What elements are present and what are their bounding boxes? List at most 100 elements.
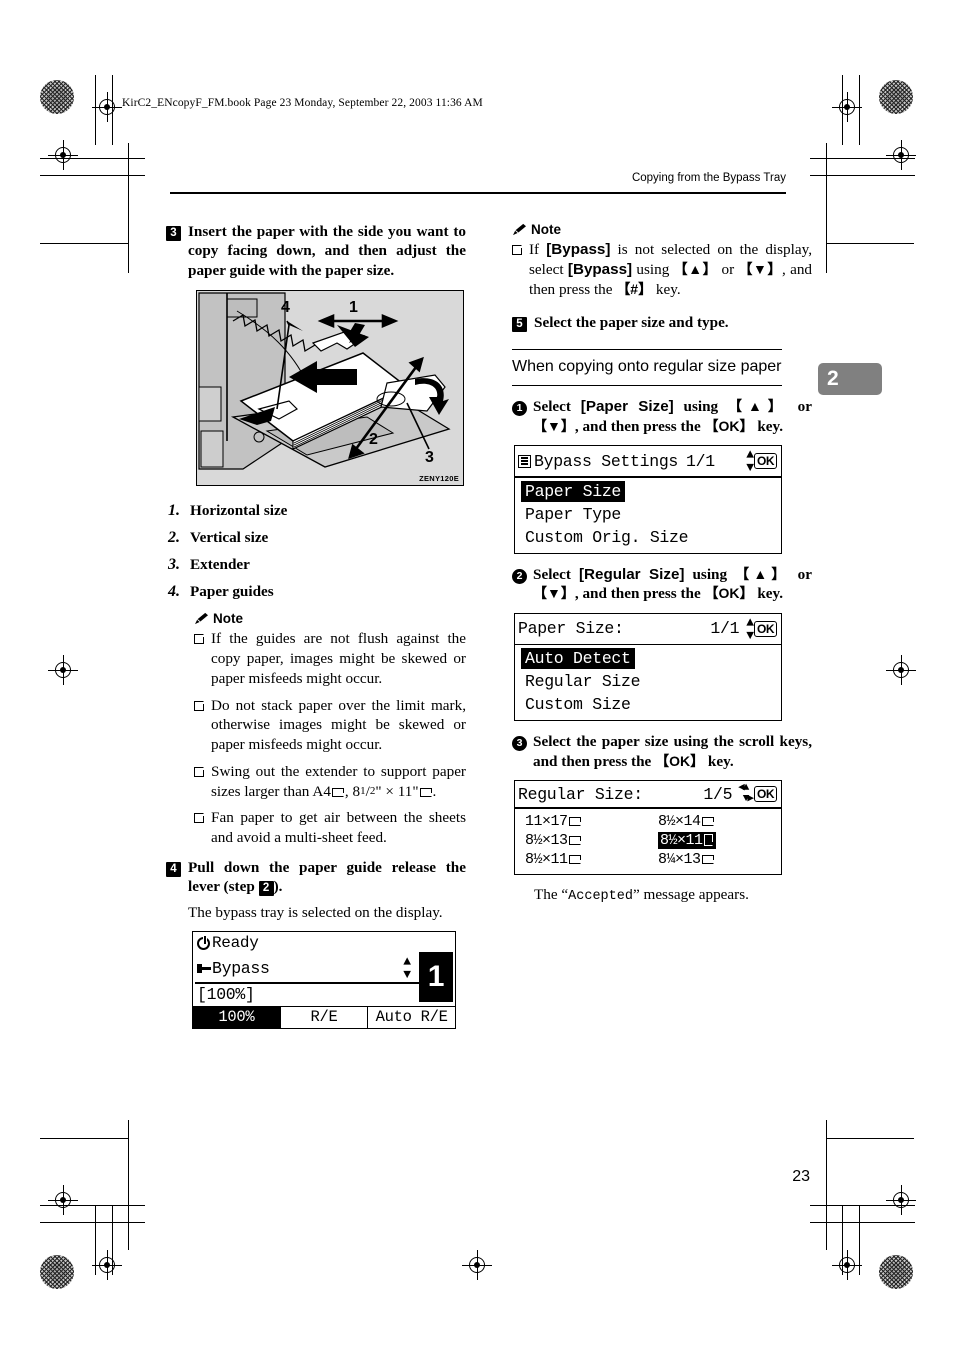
landscape-orientation-icon [568, 835, 581, 845]
paper-size-cell[interactable]: 8¼×13 [648, 850, 781, 869]
inline-step-reference: 2 [258, 881, 274, 897]
substep-3: 3 Select the paper size using the scroll… [512, 732, 812, 771]
legend-number: 1. [168, 502, 180, 520]
bypass-tray-drawing [197, 291, 463, 486]
registration-target-top-left [92, 92, 122, 122]
list-item: 3. Extender [168, 556, 466, 574]
landscape-orientation-icon [568, 854, 581, 864]
lcd-menu-row: Auto Detect [515, 647, 781, 670]
paper-size-selected: 8½×11 [658, 831, 716, 849]
lcd-status-panel: Ready Bypass ▲ ▼ 1 [100%] 100% R/E Auto R… [192, 931, 456, 1029]
header-rule [170, 192, 786, 194]
substep-2-a: Select [533, 565, 579, 583]
ok-button[interactable]: OK [754, 620, 777, 637]
bypass-key-label-2: [Bypass] [567, 260, 633, 278]
figure-code: ZENY120E [419, 474, 459, 484]
note-part-d: or [717, 260, 739, 278]
halftone-dot-top-left [40, 80, 74, 114]
lcd-page-indicator: 1/1 [710, 619, 740, 639]
up-down-arrows-icon: ▲ ▼ [746, 447, 754, 476]
step-5-number: 5 [512, 317, 527, 333]
step-4-number: 4 [166, 861, 181, 877]
paper-size-cell[interactable]: 11×17 [515, 812, 648, 831]
paper-size-cell-selected[interactable]: 8½×11 [648, 831, 781, 850]
substep-1-e: , and then press the [574, 417, 705, 435]
lcd-tab-re[interactable]: R/E [279, 1006, 368, 1028]
pencil-icon [195, 613, 208, 625]
chapter-tab: 2 [818, 363, 882, 395]
lcd-tray-text: Bypass [212, 958, 270, 978]
subsection-regular-size: When copying onto regular size paper [512, 348, 812, 387]
landscape-orientation-icon [331, 787, 344, 797]
note-item: If the guides are not flush against the … [194, 629, 466, 688]
menu-item-paper-size[interactable]: Paper Size [521, 480, 626, 502]
lcd-menu-list: Paper Size Paper Type Custom Orig. Size [515, 478, 781, 553]
step-4: 4 Pull down the paper guide release the … [166, 858, 466, 897]
registration-target-right-upper [886, 140, 916, 170]
menu-item-auto-detect[interactable]: Auto Detect [521, 648, 635, 670]
paper-size-cell[interactable]: 8½×14 [648, 812, 781, 831]
paper-size-grid: 11×17 8½×14 8½×13 8½×11 8½×11 8¼×13 [515, 809, 781, 874]
paper-size-cell[interactable]: 8½×13 [515, 831, 648, 850]
paper-size-label: 8½×11 [660, 831, 703, 849]
substep-1-c: using [673, 398, 728, 416]
note-header: Note [194, 611, 466, 626]
note-part-f: key. [652, 280, 681, 298]
ok-button[interactable]: OK [754, 453, 777, 470]
menu-item-custom-size[interactable]: Custom Size [521, 694, 635, 715]
menu-item-custom-orig-size[interactable]: Custom Orig. Size [521, 527, 692, 548]
note-item-bypass: If [Bypass] is not selected on the displ… [512, 240, 812, 299]
lcd-regular-size: Regular Size: 1/5 ◀▲ ▼▶ OK 11×17 8½×14 8… [514, 780, 782, 875]
menu-item-paper-type[interactable]: Paper Type [521, 504, 625, 525]
legend-label: Paper guides [190, 583, 274, 601]
lcd-menu-row: Regular Size [515, 670, 781, 693]
ok-key-label: 【OK】 [704, 417, 754, 434]
note-part-c: using [632, 260, 674, 278]
menu-item-regular-size[interactable]: Regular Size [521, 671, 644, 692]
halftone-dot-top-right [879, 80, 913, 114]
step-4-body: The bypass tray is selected on the displ… [188, 903, 443, 921]
lcd-tab-100[interactable]: 100% [193, 1006, 280, 1028]
bypass-tray-illustration: 1 2 3 4 ZENY120E [196, 290, 464, 487]
lcd-menu-row: Paper Type [515, 503, 781, 526]
ok-button[interactable]: OK [754, 786, 777, 803]
landscape-orientation-icon [701, 816, 714, 826]
substep-3-text: Select the paper size using the scroll k… [533, 732, 812, 771]
registration-target-left-lower [48, 1185, 78, 1215]
lcd-title-left: Paper Size: [518, 619, 624, 638]
regular-size-key-label: [Regular Size] [578, 565, 685, 583]
four-way-arrows-icon: ◀▲ ▼▶ [738, 782, 754, 806]
figure-callout-3: 3 [425, 449, 434, 467]
registration-target-right-lower [886, 1185, 916, 1215]
landscape-orientation-icon [419, 787, 432, 797]
running-header: Copying from the Bypass Tray [631, 172, 786, 184]
accepted-after: ” message appears. [632, 885, 749, 903]
legend-label: Vertical size [190, 529, 269, 547]
step-4-text-after: ). [273, 878, 283, 896]
lcd-page-indicator: 1/5 [703, 784, 733, 804]
note-block-left: Note If the guides are not flush against… [166, 611, 466, 848]
lcd-title-row: Paper Size: 1/1 ▲ ▼ OK [515, 614, 781, 644]
step-5-text: Select the paper size and type. [534, 314, 729, 332]
note-item-extender: Swing out the extender to support paper … [194, 762, 466, 802]
list-icon [518, 454, 531, 468]
lcd-title-right: 1/5 ◀▲ ▼▶ OK [703, 783, 777, 805]
lcd-tab-auto-re[interactable]: Auto R/E [367, 1006, 455, 1028]
note-label: Note [213, 611, 243, 627]
up-down-arrows-icon: ▲ ▼ [746, 614, 754, 643]
lcd-ready-text: Ready [212, 934, 259, 953]
step-3: 3 Insert the paper with the side you wan… [166, 222, 466, 280]
paper-size-cell[interactable]: 8½×11 [515, 850, 648, 869]
note-header: Note [512, 222, 812, 237]
square-bullet-icon [194, 633, 205, 645]
accepted-before: The “ [534, 885, 569, 903]
lcd-tab-bar: 100% R/E Auto R/E [193, 1005, 455, 1028]
note-item: Fan paper to get air between the sheets … [194, 808, 466, 848]
legend-number: 2. [168, 529, 180, 547]
list-item: 1. Horizontal size [168, 502, 466, 520]
hash-key-label: 【#】 [616, 280, 653, 297]
lcd-title-row: Bypass Settings 1/1 ▲ ▼ OK [515, 446, 781, 476]
substep-1-text: Select [Paper Size] using 【▲】 or 【▼】, an… [533, 397, 812, 436]
figure-callout-4: 4 [281, 299, 290, 317]
ok-key-label: 【OK】 [704, 585, 754, 602]
